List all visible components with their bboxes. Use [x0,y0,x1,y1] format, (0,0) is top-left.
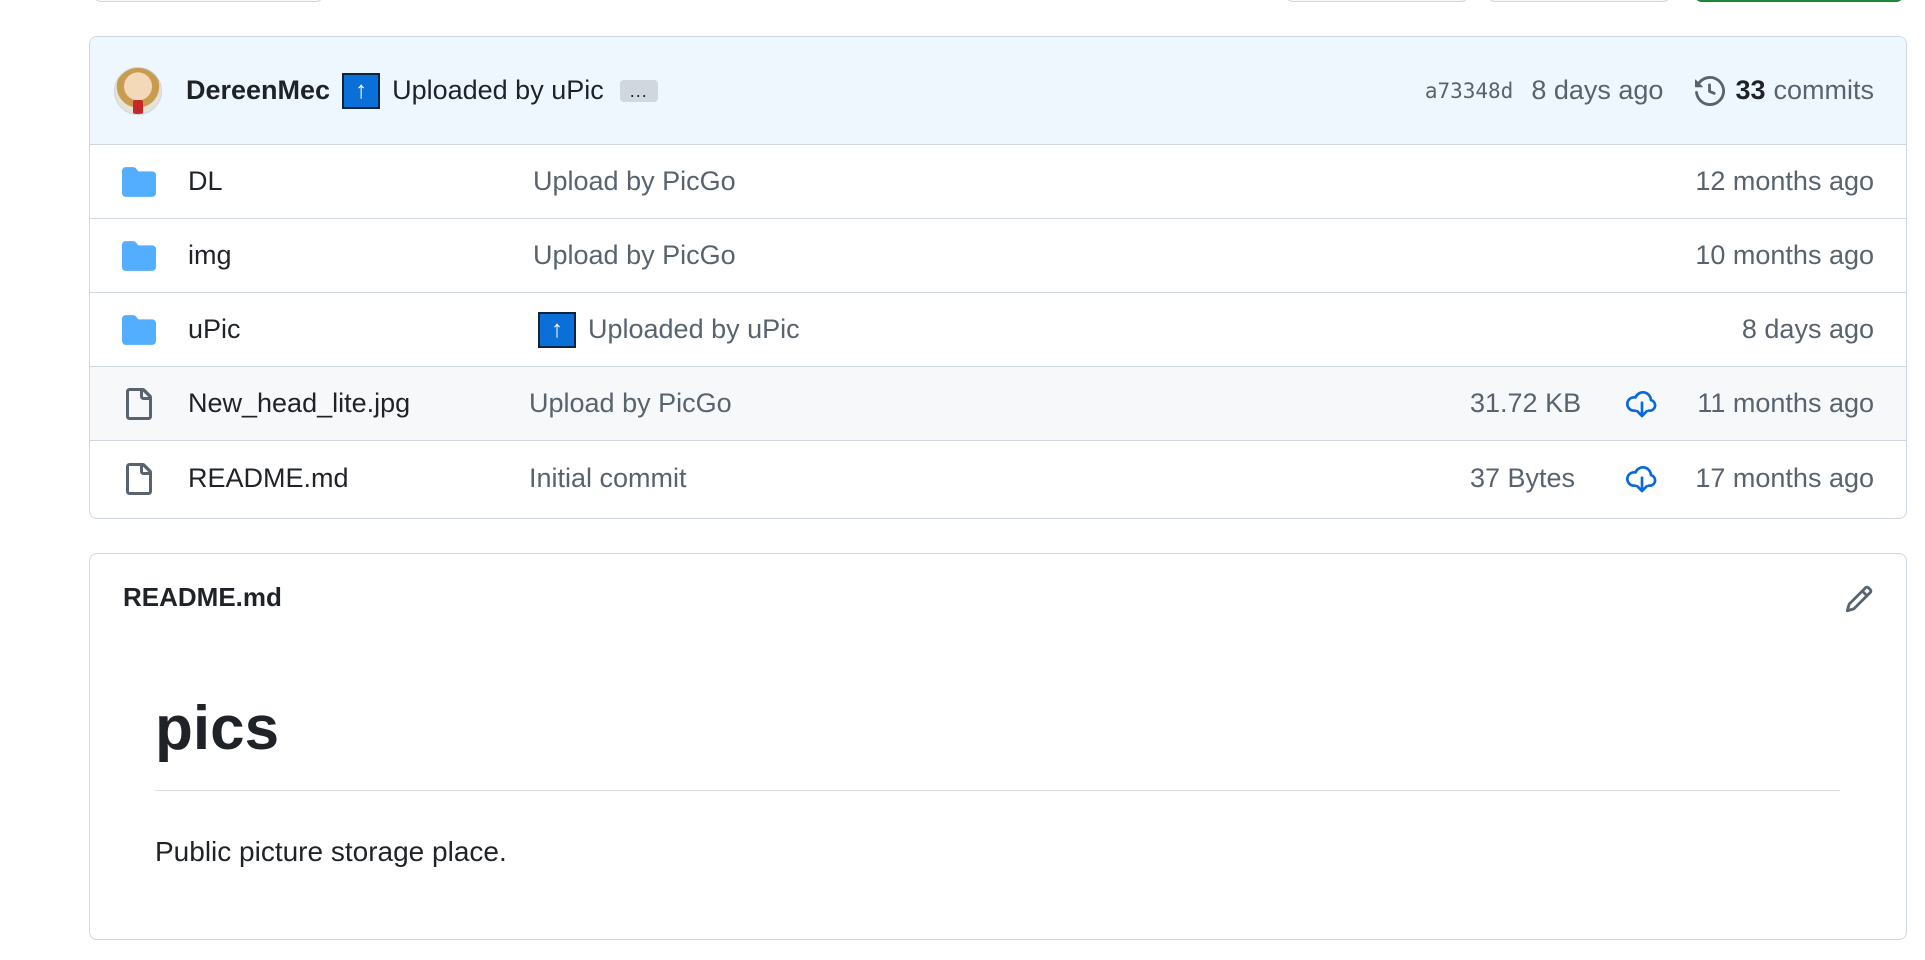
file-listing: DereenMec ↑ Uploaded by uPic ... a73348d… [89,36,1907,519]
file-commit-message-text: Upload by PicGo [533,240,736,270]
latest-commit-bar: DereenMec ↑ Uploaded by uPic ... a73348d… [90,37,1906,145]
file-commit-message[interactable]: Upload by PicGo [529,388,732,419]
file-commit-message[interactable]: ↑ Uploaded by uPic [538,311,800,348]
upload-arrow-icon: ↑ [342,72,381,109]
readme-title: pics [155,694,280,763]
readme-divider [155,790,1840,791]
code-button[interactable] [1694,0,1904,2]
file-size: 37 Bytes [1470,463,1576,493]
file-row[interactable]: uPic ↑ Uploaded by uPic 8 days ago [90,293,1906,367]
commits-history-link[interactable]: 33 commits [1695,75,1874,106]
file-row[interactable]: img Upload by PicGo 10 months ago [90,219,1906,293]
folder-icon [122,239,156,273]
folder-icon [122,165,156,199]
file-commit-message-text: Upload by PicGo [529,388,732,418]
file-name[interactable]: img [188,240,232,271]
file-row[interactable]: DL Upload by PicGo 12 months ago [90,145,1906,219]
file-commit-message-text: Uploaded by uPic [588,314,800,344]
file-commit-message[interactable]: Upload by PicGo [533,166,736,197]
file-name[interactable]: New_head_lite.jpg [188,388,410,419]
cloud-download-icon[interactable] [1625,387,1659,421]
branch-button[interactable] [93,0,324,2]
file-row[interactable]: New_head_lite.jpg Upload by PicGo 31.72 … [90,367,1906,441]
readme-panel: README.md pics Public picture storage pl… [89,553,1907,940]
repo-page: DereenMec ↑ Uploaded by uPic ... a73348d… [0,0,1925,960]
commit-count: 33 [1735,75,1766,105]
cloud-download-icon[interactable] [1625,462,1659,496]
file-name[interactable]: DL [188,166,223,197]
pencil-icon[interactable] [1842,582,1876,616]
file-commit-message[interactable]: Upload by PicGo [533,240,736,271]
go-to-file-button[interactable] [1285,0,1469,2]
file-commit-message[interactable]: Initial commit [529,463,687,494]
commit-author[interactable]: DereenMec [186,75,330,106]
commit-count-label: commits [1773,75,1875,105]
file-icon [122,387,156,421]
file-commit-message-text: Upload by PicGo [533,166,736,196]
upload-arrow-icon: ↑ [538,311,576,348]
folder-icon [122,313,156,347]
file-commit-message-text: Initial commit [529,463,687,493]
file-icon [122,462,156,496]
commit-message[interactable]: Uploaded by uPic [392,75,604,106]
file-time: 11 months ago [1697,388,1874,418]
add-file-button[interactable] [1487,0,1671,2]
file-time: 12 months ago [1695,166,1874,196]
file-time: 10 months ago [1695,240,1874,270]
readme-filename[interactable]: README.md [123,582,282,613]
avatar[interactable] [114,66,162,115]
file-name[interactable]: uPic [188,314,241,345]
expand-commit-button[interactable]: ... [619,79,658,102]
file-name[interactable]: README.md [188,463,349,494]
file-size: 31.72 KB [1470,388,1582,418]
readme-body: Public picture storage place. [155,836,507,867]
history-icon [1695,75,1726,106]
file-time: 17 months ago [1695,463,1874,493]
commit-time: 8 days ago [1531,75,1664,105]
file-row[interactable]: README.md Initial commit 37 Bytes 17 mon… [90,441,1906,516]
file-time: 8 days ago [1741,314,1874,344]
commit-sha[interactable]: a73348d [1425,79,1514,103]
